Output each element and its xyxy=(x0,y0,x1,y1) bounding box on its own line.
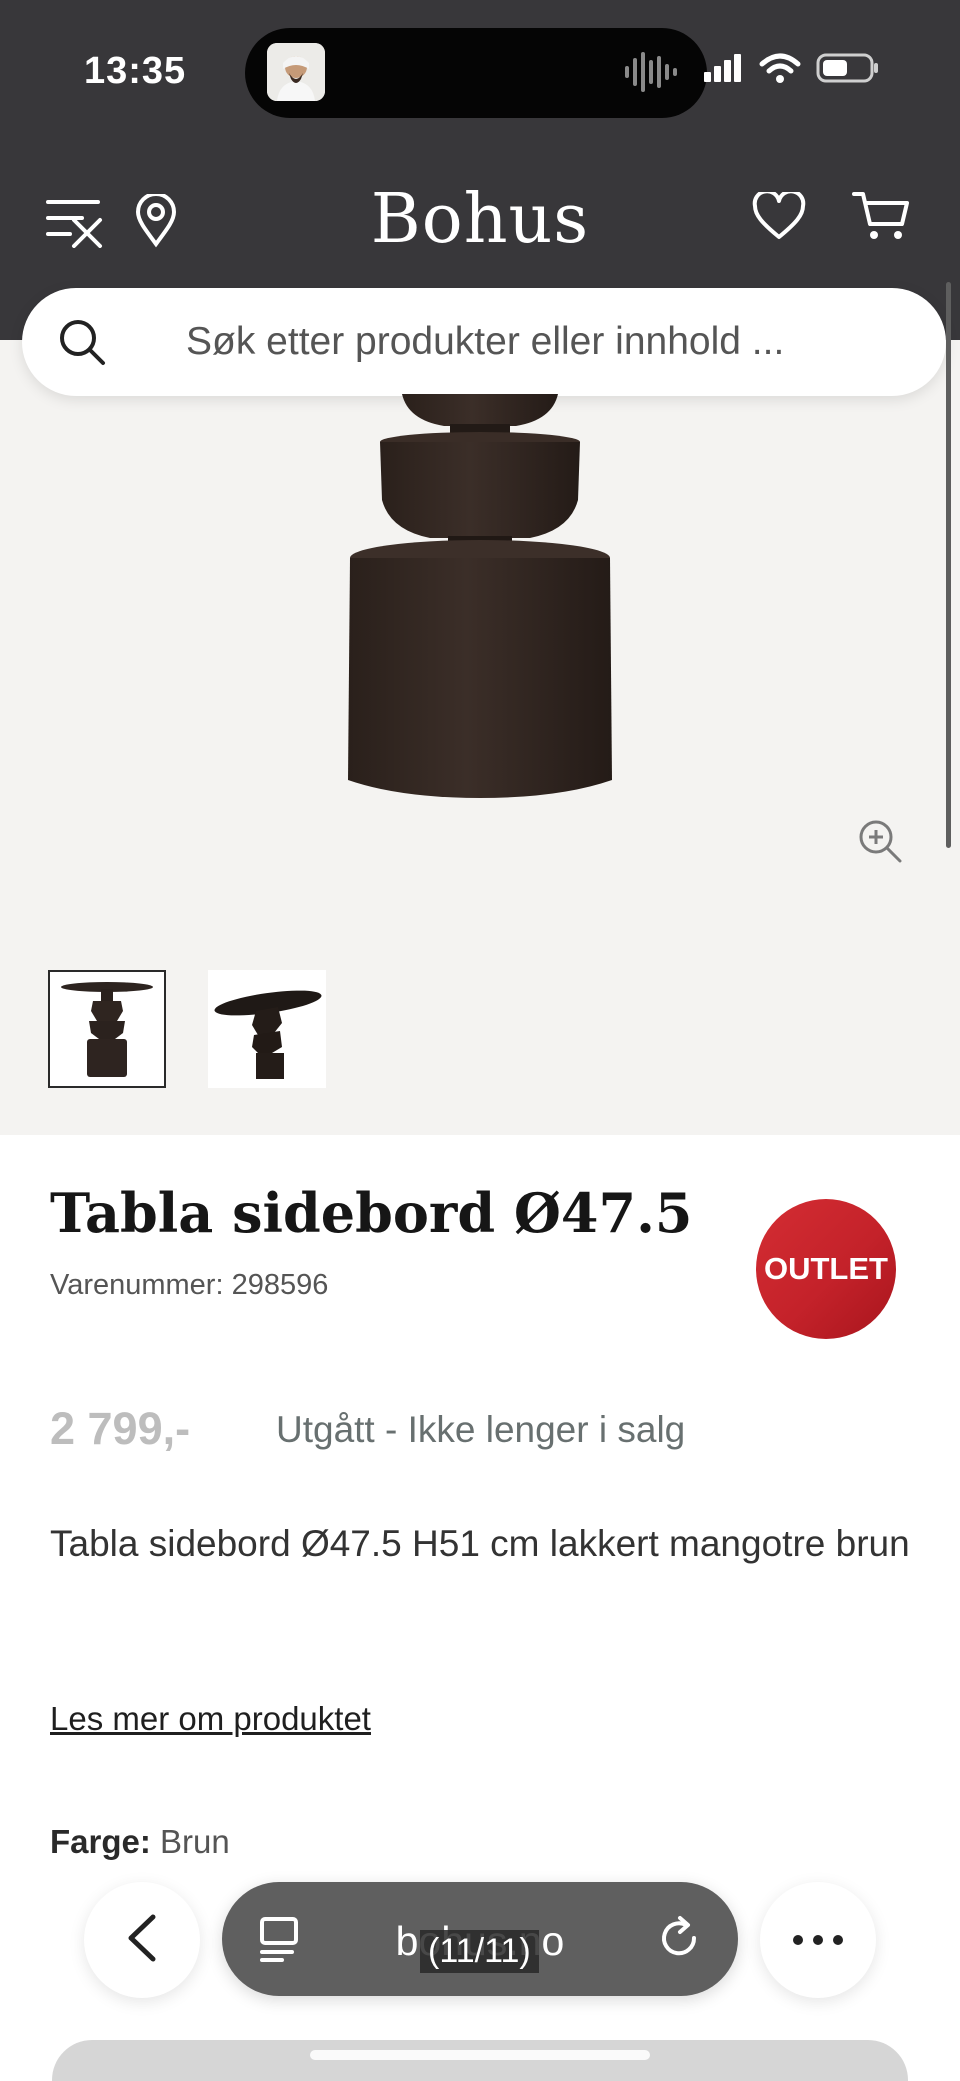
ellipsis-icon xyxy=(792,1931,844,1950)
cart-icon[interactable] xyxy=(852,190,910,246)
now-playing-avatar xyxy=(267,43,325,101)
more-button[interactable] xyxy=(760,1882,876,1998)
heart-icon[interactable] xyxy=(752,189,806,244)
product-image[interactable] xyxy=(330,380,630,830)
thumbnail-2[interactable] xyxy=(208,970,326,1088)
status-time: 13:35 xyxy=(84,50,187,92)
color-value: Brun xyxy=(160,1823,230,1860)
back-button[interactable] xyxy=(84,1882,200,1998)
signal-icon xyxy=(704,54,744,86)
thumbnail-1[interactable] xyxy=(48,970,166,1088)
home-indicator[interactable] xyxy=(310,2050,650,2060)
outlet-badge: OUTLET xyxy=(756,1199,896,1339)
product-sku: Varenummer: 298596 xyxy=(50,1269,329,1301)
battery-icon xyxy=(816,52,880,88)
read-more-link[interactable]: Les mer om produktet xyxy=(50,1700,371,1738)
audio-wave-icon xyxy=(623,50,679,98)
availability-status: Utgått - Ikke lenger i salg xyxy=(276,1409,686,1450)
bottom-sheet-edge xyxy=(52,2040,908,2081)
color-label: Farge: xyxy=(50,1823,151,1860)
product-title: Tabla sidebord Ø47.5 xyxy=(50,1181,693,1245)
search-icon[interactable] xyxy=(52,312,112,372)
status-indicators xyxy=(704,52,880,88)
page-scrollbar[interactable] xyxy=(946,282,951,848)
product-description: Tabla sidebord Ø47.5 H51 cm lakkert mang… xyxy=(50,1523,910,1564)
image-thumbnails xyxy=(48,970,326,1088)
reload-icon[interactable] xyxy=(658,1914,702,1966)
color-row: Farge: Brun xyxy=(50,1823,230,1861)
search-input[interactable]: Søk etter produkter eller innhold ... xyxy=(186,320,784,364)
chevron-left-icon xyxy=(125,1913,159,1967)
header-right-actions xyxy=(752,189,910,246)
wifi-icon xyxy=(758,52,802,88)
zoom-in-icon[interactable] xyxy=(857,818,903,868)
page-counter: (11/11) xyxy=(420,1930,539,1973)
product-price: 2 799,- xyxy=(50,1403,191,1454)
dynamic-island xyxy=(245,28,707,118)
